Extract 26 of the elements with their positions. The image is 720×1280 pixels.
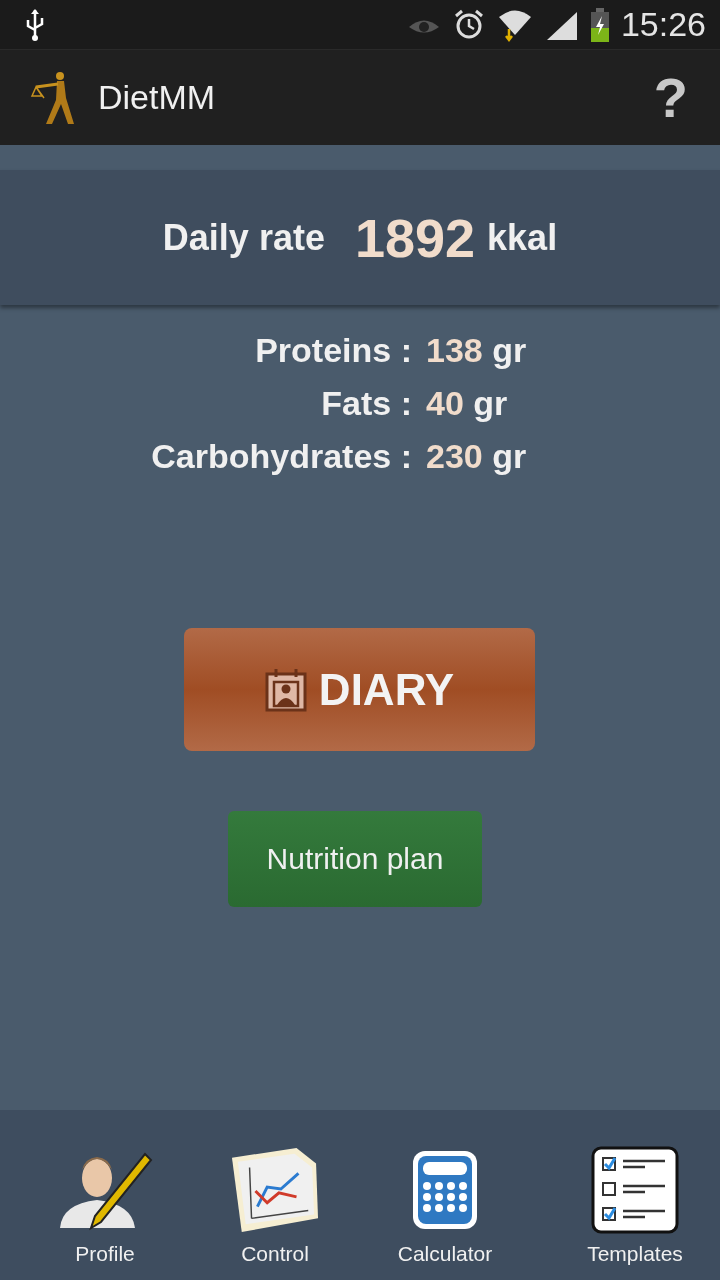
macro-value: 138	[426, 331, 483, 369]
daily-rate-unit: kkal	[487, 216, 558, 259]
usb-icon	[24, 7, 46, 42]
nav-item[interactable]: Templates	[550, 1146, 720, 1266]
macro-value: 40	[426, 384, 464, 422]
chart-document-icon	[229, 1146, 321, 1234]
macro-label: Proteins :	[254, 331, 412, 370]
daily-rate-value: 1892	[354, 206, 476, 269]
checklist-icon	[591, 1146, 679, 1234]
nutrition-plan-button[interactable]: Nutrition plan	[228, 811, 482, 907]
macro-label: Carbohydrates :	[150, 437, 412, 476]
calendar-person-icon	[264, 666, 307, 713]
nav-item[interactable]: Control	[210, 1146, 340, 1266]
macro-unit: gr	[492, 437, 527, 475]
app-title: DietMM	[98, 78, 217, 117]
daily-rate-label: Daily rate	[162, 216, 325, 259]
diary-button[interactable]: DIARY	[184, 628, 535, 751]
clock-time: 15:26	[620, 5, 706, 44]
nav-item[interactable]: Profile	[0, 1146, 210, 1266]
nav-item[interactable]: Calculator	[340, 1146, 550, 1266]
macro-label: Fats :	[320, 384, 412, 423]
macro-unit: gr	[473, 384, 508, 422]
macro-unit: gr	[492, 331, 527, 369]
battery-icon	[590, 7, 609, 42]
macro-value: 230	[426, 437, 483, 475]
help-button[interactable]: ?	[641, 65, 700, 130]
